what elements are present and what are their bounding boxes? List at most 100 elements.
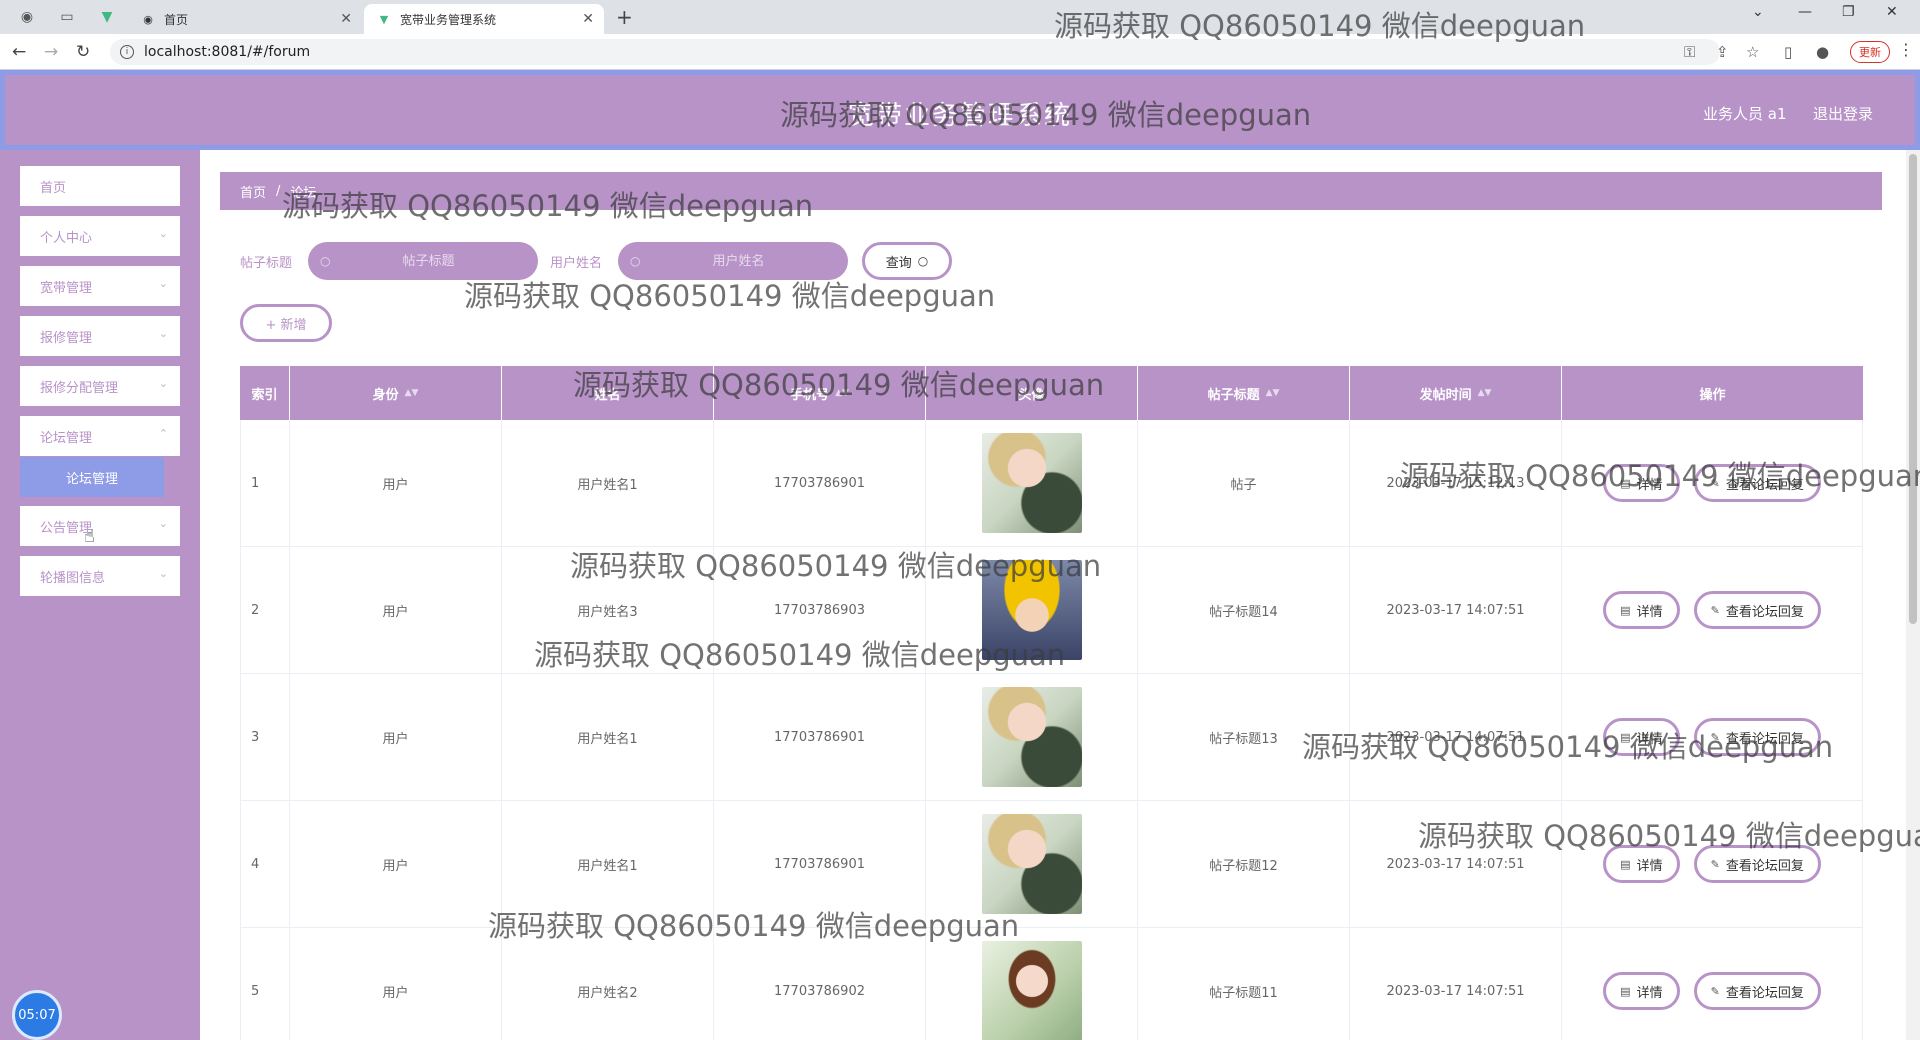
row-actions: ▤ 详情 ✎ 查看论坛回复	[1562, 420, 1863, 546]
page-scrollbar[interactable]	[1906, 150, 1920, 1040]
scrollbar-thumb[interactable]	[1909, 154, 1917, 624]
view-replies-button[interactable]: ✎ 查看论坛回复	[1693, 718, 1821, 756]
row-role: 用户	[290, 928, 502, 1040]
view-replies-button[interactable]: ✎ 查看论坛回复	[1693, 591, 1821, 629]
column-header[interactable]: 姓名	[502, 366, 714, 420]
add-button[interactable]: + 新增	[240, 304, 332, 342]
detail-button[interactable]: ▤ 详情	[1603, 845, 1680, 883]
column-header: 头像	[926, 366, 1138, 420]
sidebar-subitem-forum[interactable]: 论坛管理	[20, 457, 164, 497]
row-actions: ▤ 详情 ✎ 查看论坛回复	[1562, 547, 1863, 673]
user-search-field[interactable]: ○	[618, 242, 848, 280]
current-user: 业务人员 a1	[1703, 105, 1787, 123]
edit-icon: ✎	[1710, 476, 1720, 490]
sidepanel-icon[interactable]: ▯	[1784, 43, 1792, 61]
table-row: 3 用户 用户姓名1 17703786901 帖子标题13 2023-03-17 14:0…	[240, 674, 1863, 801]
sidebar-item-label: 首页	[40, 180, 67, 196]
document-icon: ▤	[1620, 603, 1631, 617]
sort-icon[interactable]: ▲▼	[1266, 388, 1280, 398]
user-search-input[interactable]	[648, 253, 829, 269]
app-header: 宽带业务管理系统 业务人员 a1 退出登录	[0, 70, 1920, 150]
browser-tab[interactable]: ◉ 首页 ✕	[128, 4, 362, 34]
close-window-icon[interactable]: ✕	[1886, 4, 1898, 20]
column-header[interactable]: 发帖时间 ▲▼	[1350, 366, 1562, 420]
row-name: 用户姓名2	[502, 928, 714, 1040]
info-icon[interactable]: i	[120, 45, 134, 59]
query-button[interactable]: 查询 ○	[862, 242, 952, 280]
minimize-icon[interactable]: —	[1798, 4, 1812, 20]
chevron-down-icon: ⌄	[158, 327, 168, 340]
reload-icon[interactable]: ↻	[76, 42, 90, 62]
row-phone: 17703786902	[714, 928, 926, 1040]
sidebar-item-home[interactable]: 首页	[20, 166, 180, 206]
row-title: 帖子标题14	[1138, 547, 1350, 673]
browser-address-bar: ← → ↻ i localhost:8081/#/forum ⚿ ⇪ ☆ ▯ ●…	[0, 34, 1920, 70]
back-icon[interactable]: ←	[12, 42, 26, 62]
title-search-field[interactable]: ○	[308, 242, 538, 280]
row-avatar	[926, 674, 1138, 800]
row-phone: 17703786903	[714, 547, 926, 673]
clock-badge: 05:07	[12, 990, 62, 1040]
forward-icon[interactable]: →	[44, 42, 58, 62]
chevron-down-icon: ⌄	[158, 517, 168, 530]
row-phone: 17703786901	[714, 801, 926, 927]
sidebar-item-repair[interactable]: 报修管理 ⌄	[20, 316, 180, 356]
url-field[interactable]: i localhost:8081/#/forum	[110, 39, 1720, 65]
browser-tab-active[interactable]: ▼ 宽带业务管理系统 ✕	[364, 4, 604, 34]
new-tab-button[interactable]: +	[616, 5, 633, 29]
tab-search-icon[interactable]: ⌄	[1752, 4, 1764, 20]
url-text: localhost:8081/#/forum	[144, 44, 311, 60]
share-icon[interactable]: ⇪	[1716, 43, 1729, 61]
pinned-tab-icon[interactable]: ◉	[16, 6, 38, 28]
close-tab-icon[interactable]: ✕	[340, 11, 352, 27]
table-row: 2 用户 用户姓名3 17703786903 帖子标题14 2023-03-17 14:0…	[240, 547, 1863, 674]
vue-icon: ▼	[379, 12, 389, 26]
breadcrumb-home[interactable]: 首页	[240, 182, 266, 201]
profile-icon[interactable]: ●	[1816, 43, 1829, 61]
sidebar-item-carousel[interactable]: 轮播图信息 ⌄	[20, 556, 180, 596]
detail-button[interactable]: ▤ 详情	[1603, 718, 1680, 756]
restore-icon[interactable]: ❐	[1842, 4, 1855, 20]
view-replies-button[interactable]: ✎ 查看论坛回复	[1693, 464, 1821, 502]
logout-link[interactable]: 退出登录	[1813, 103, 1873, 124]
column-header[interactable]: 手机号 ▲▼	[714, 366, 926, 420]
sidebar-item-forum[interactable]: 论坛管理 ⌃	[20, 416, 180, 456]
detail-button-label: 详情	[1636, 858, 1663, 874]
detail-button[interactable]: ▤ 详情	[1603, 464, 1680, 502]
sidebar-item-repair-assign[interactable]: 报修分配管理 ⌄	[20, 366, 180, 406]
detail-button[interactable]: ▤ 详情	[1603, 591, 1680, 629]
pinned-tab-icon[interactable]: ▭	[56, 6, 78, 28]
update-button[interactable]: 更新	[1850, 41, 1890, 63]
view-replies-button[interactable]: ✎ 查看论坛回复	[1693, 972, 1821, 1010]
row-role: 用户	[290, 674, 502, 800]
star-icon[interactable]: ☆	[1746, 43, 1759, 61]
sidebar-item-notice[interactable]: 公告管理 ⌄	[20, 506, 180, 546]
row-name: 用户姓名1	[502, 801, 714, 927]
view-replies-button[interactable]: ✎ 查看论坛回复	[1693, 845, 1821, 883]
row-title: 帖子标题12	[1138, 801, 1350, 927]
detail-button-label: 详情	[1636, 985, 1663, 1001]
column-header[interactable]: 身份 ▲▼	[290, 366, 502, 420]
close-tab-icon[interactable]: ✕	[582, 11, 594, 27]
vue-tab-icon[interactable]: ▼	[96, 6, 118, 28]
sort-icon[interactable]: ▲▼	[835, 388, 849, 398]
query-button-label: 查询	[885, 255, 912, 271]
sidebar-item-personal[interactable]: 个人中心 ⌄	[20, 216, 180, 256]
row-actions: ▤ 详情 ✎ 查看论坛回复	[1562, 928, 1863, 1040]
row-time: 2023-03-17 14:07:51	[1350, 928, 1562, 1040]
detail-button[interactable]: ▤ 详情	[1603, 972, 1680, 1010]
menu-kebab-icon[interactable]: ⋮	[1898, 40, 1914, 59]
sort-icon[interactable]: ▲▼	[1478, 388, 1492, 398]
view-replies-label: 查看论坛回复	[1725, 731, 1804, 747]
sidebar-item-broadband[interactable]: 宽带管理 ⌄	[20, 266, 180, 306]
globe-icon: ◉	[143, 12, 153, 26]
row-role: 用户	[290, 801, 502, 927]
sort-icon[interactable]: ▲▼	[405, 388, 419, 398]
key-icon[interactable]: ⚿	[1684, 43, 1695, 61]
edit-icon: ✎	[1710, 857, 1720, 871]
detail-button-label: 详情	[1636, 477, 1663, 493]
chevron-down-icon: ⌄	[158, 277, 168, 290]
row-avatar	[926, 928, 1138, 1040]
title-search-input[interactable]	[338, 253, 519, 269]
column-header[interactable]: 帖子标题 ▲▼	[1138, 366, 1350, 420]
